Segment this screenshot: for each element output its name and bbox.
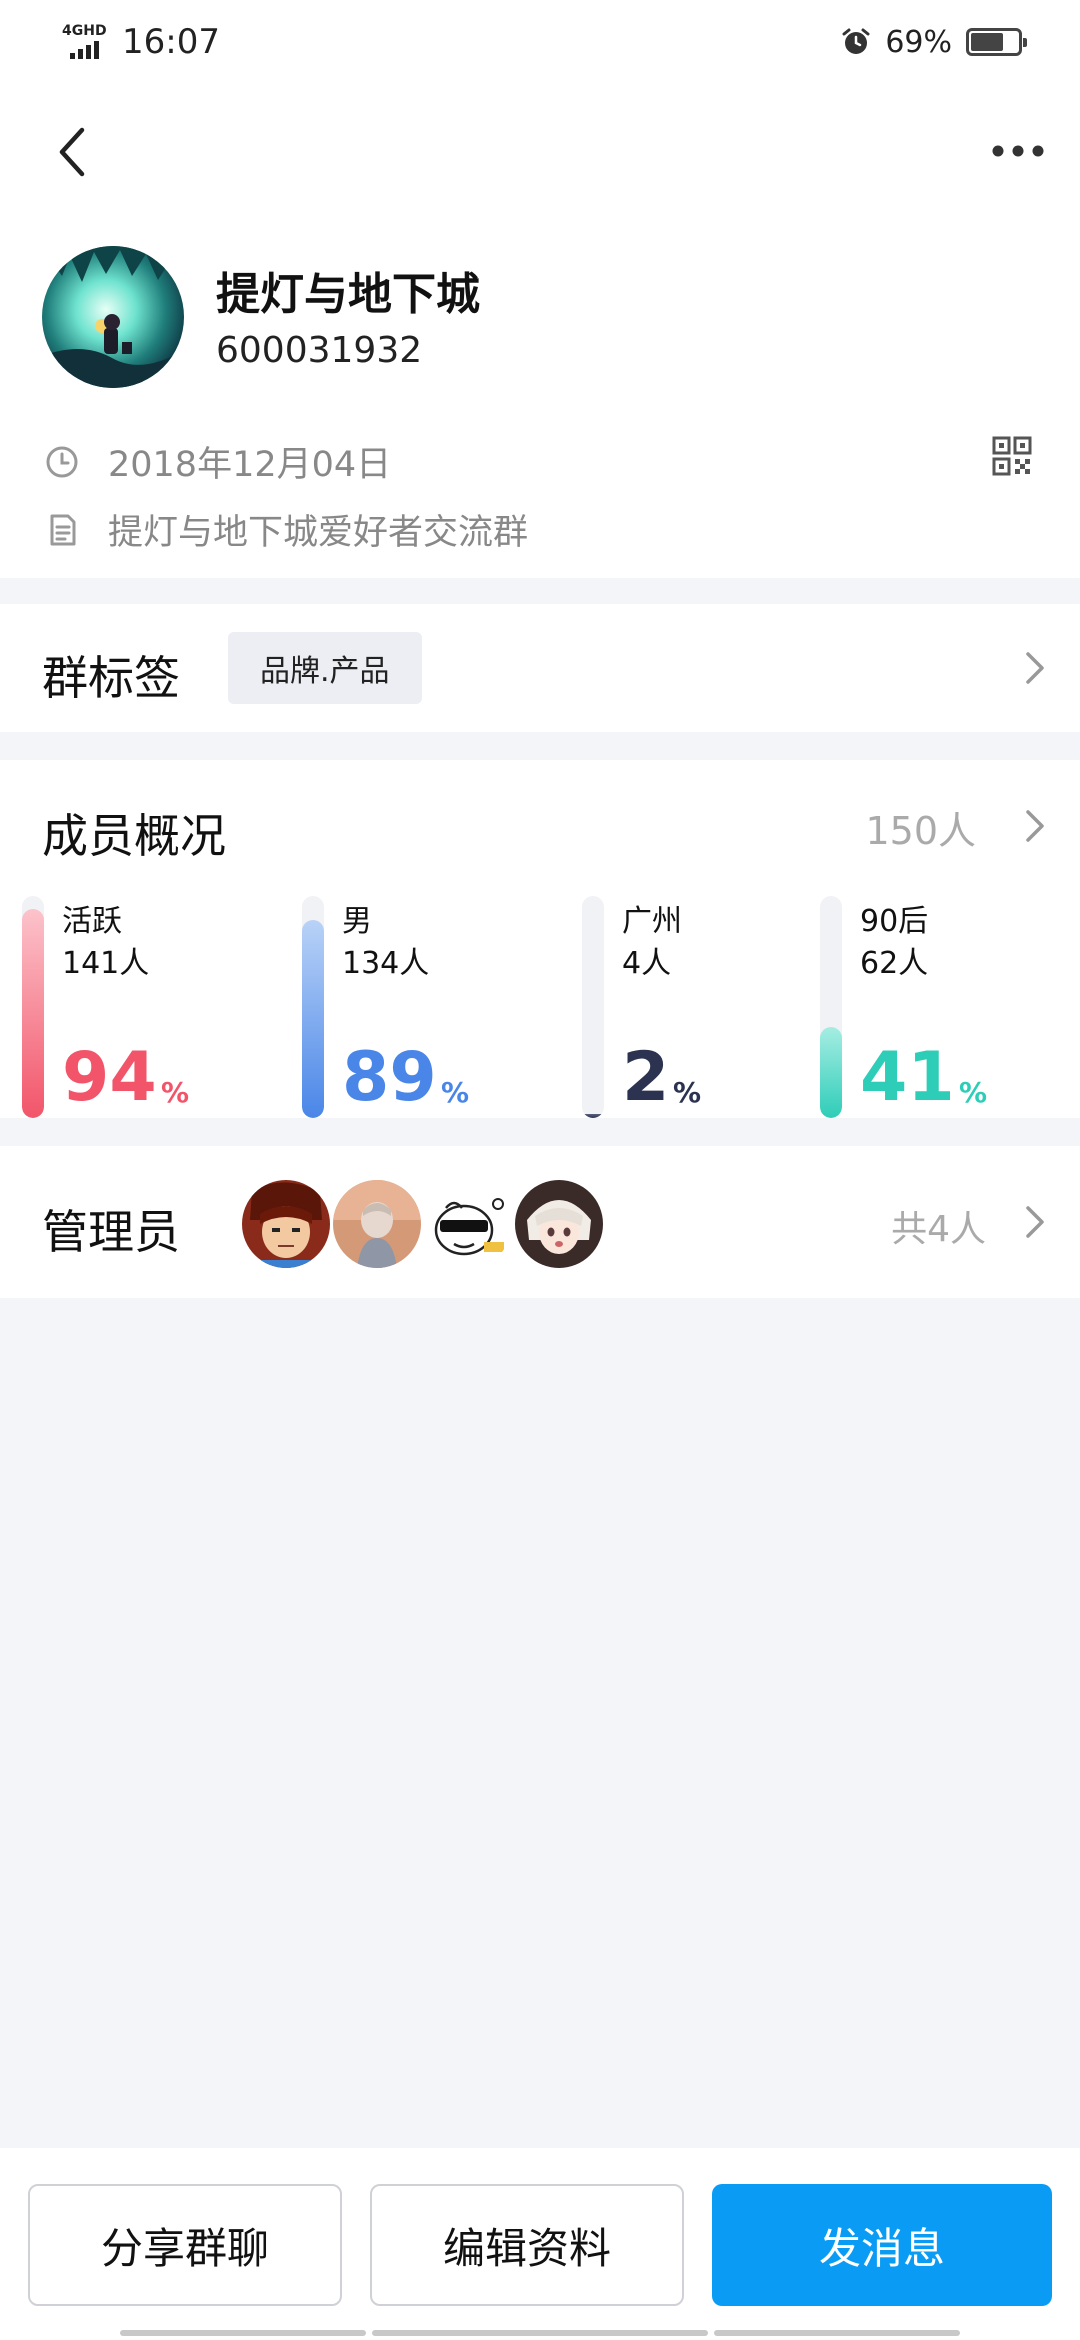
tag-chip: 品牌.产品 xyxy=(228,632,422,704)
home-indicator xyxy=(372,2330,708,2336)
status-time: 16:07 xyxy=(122,22,220,62)
group-header: 4GHD 16:07 69% 提灯与地下城 600031932 2018年12月… xyxy=(0,0,1080,578)
chevron-right-icon xyxy=(1026,652,1044,684)
stat-bar-track xyxy=(820,896,842,1118)
status-bar-left: 4GHD 16:07 xyxy=(62,22,220,62)
description-row: 提灯与地下城爱好者交流群 xyxy=(44,504,528,555)
alarm-icon xyxy=(842,28,870,54)
group-description: 提灯与地下城爱好者交流群 xyxy=(108,513,529,553)
admins-title: 管理员 xyxy=(42,1205,180,1259)
admins-row[interactable]: 管理员 共4人 xyxy=(0,1146,1080,1298)
stat-percent-unit: % xyxy=(959,1076,988,1109)
stat-count: 4人 xyxy=(622,946,672,981)
stat-count: 141人 xyxy=(62,946,150,981)
members-overview[interactable]: 成员概况 150人 活跃 141人 94 % 男 134人 89 % 广州 4人… xyxy=(0,760,1080,1118)
tags-title: 群标签 xyxy=(42,651,180,705)
edit-profile-button[interactable]: 编辑资料 xyxy=(370,2184,684,2306)
bottom-action-bar: 分享群聊 编辑资料 发消息 xyxy=(0,2148,1080,2340)
clock-icon xyxy=(46,446,78,477)
admin-avatar[interactable] xyxy=(424,1180,512,1268)
stat-count: 62人 xyxy=(860,946,929,981)
stat-percent-unit: % xyxy=(161,1076,190,1109)
admin-avatar[interactable] xyxy=(515,1180,603,1268)
stat-bar-track xyxy=(22,896,44,1118)
back-icon[interactable] xyxy=(52,124,92,180)
created-date-row: 2018年12月04日 xyxy=(44,436,391,487)
stat-male: 男 134人 89 % xyxy=(302,896,562,1118)
home-indicator xyxy=(714,2330,960,2336)
group-tags-row[interactable]: 群标签 品牌.产品 xyxy=(0,604,1080,732)
stat-percent: 89 xyxy=(342,1038,437,1117)
admin-avatar[interactable] xyxy=(333,1180,421,1268)
network-type: 4GHD xyxy=(62,23,107,39)
members-title: 成员概况 xyxy=(42,809,226,863)
chevron-right-icon xyxy=(1026,810,1044,842)
created-date: 2018年12月04日 xyxy=(108,445,392,485)
admin-avatars xyxy=(242,1180,606,1268)
stat-percent: 41 xyxy=(860,1038,955,1117)
stat-percent-unit: % xyxy=(441,1076,470,1109)
battery-percent: 69% xyxy=(885,24,952,60)
group-name: 提灯与地下城 xyxy=(216,269,480,320)
battery-icon xyxy=(966,28,1027,56)
signal-icon: 4GHD xyxy=(62,23,112,61)
admins-total: 共4人 xyxy=(891,1209,986,1250)
stat-label: 90后 xyxy=(860,904,929,939)
group-id: 600031932 xyxy=(216,330,423,371)
admin-avatar[interactable] xyxy=(242,1180,330,1268)
stat-count: 134人 xyxy=(342,946,430,981)
stat-city: 广州 4人 2 % xyxy=(582,896,842,1118)
stat-bar xyxy=(302,920,324,1118)
document-icon xyxy=(50,514,76,545)
qr-code-icon[interactable] xyxy=(992,436,1032,476)
stat-label: 广州 xyxy=(622,904,682,939)
stat-bar-track xyxy=(582,896,604,1118)
send-message-button[interactable]: 发消息 xyxy=(712,2184,1052,2306)
stat-label: 男 xyxy=(342,904,372,939)
stat-label: 活跃 xyxy=(62,904,122,939)
stat-bar xyxy=(582,1114,604,1118)
home-indicator xyxy=(120,2330,366,2336)
stat-age-group: 90后 62人 41 % xyxy=(820,896,1080,1118)
more-options-icon[interactable] xyxy=(988,136,1048,166)
stat-percent: 2 xyxy=(622,1038,670,1117)
stat-bar xyxy=(22,909,44,1118)
chevron-right-icon xyxy=(1026,1206,1044,1238)
members-count: 150人 xyxy=(865,809,976,853)
status-bar-right: 69% xyxy=(841,22,1027,62)
stat-percent-unit: % xyxy=(673,1076,702,1109)
share-group-button[interactable]: 分享群聊 xyxy=(28,2184,342,2306)
stat-bar xyxy=(820,1027,842,1118)
stat-active: 活跃 141人 94 % xyxy=(22,896,282,1118)
stat-bar-track xyxy=(302,896,324,1118)
stat-percent: 94 xyxy=(62,1038,157,1117)
group-avatar[interactable] xyxy=(42,246,184,388)
